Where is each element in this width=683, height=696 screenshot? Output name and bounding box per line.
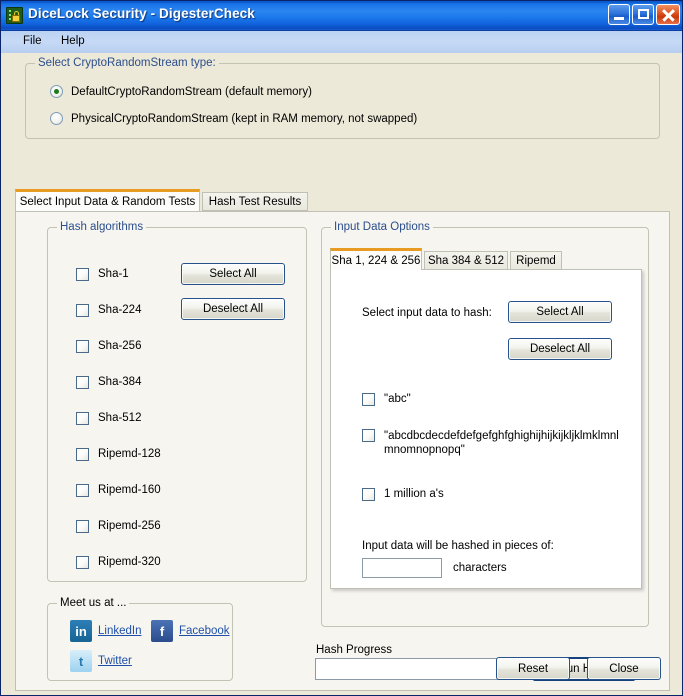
title-bar: DiceLock Security - DigesterCheck bbox=[1, 1, 682, 31]
menu-bar: File Help bbox=[1, 31, 682, 53]
checkbox-indicator-input-long-string[interactable] bbox=[362, 429, 375, 442]
hash-progress-label: Hash Progress bbox=[316, 644, 393, 656]
link-label-linkedin[interactable]: LinkedIn bbox=[98, 625, 141, 637]
checkbox-sha-256[interactable]: Sha-256 bbox=[76, 340, 141, 353]
meet-us-group: Meet us at ... in LinkedIn f Facebook t … bbox=[47, 597, 233, 681]
tab-sha-384-512[interactable]: Sha 384 & 512 bbox=[424, 251, 508, 270]
link-label-facebook[interactable]: Facebook bbox=[179, 625, 230, 637]
checkbox-label-input-long-string: "abcdbcdecdefdefgefghfghighijhijkijkljkl… bbox=[384, 429, 624, 473]
hash-algorithms-group: Hash algorithms Sha-1 Sha-224 Sha-256 Sh… bbox=[47, 221, 307, 582]
input-data-options-legend: Input Data Options bbox=[331, 221, 433, 233]
tab-hash-test-results[interactable]: Hash Test Results bbox=[202, 192, 308, 211]
main-tab-strip: Select Input Data & Random Tests Hash Te… bbox=[15, 189, 670, 211]
tab-ripemd[interactable]: Ripemd bbox=[510, 251, 562, 270]
input-data-tab-strip: Sha 1, 224 & 256 Sha 384 & 512 Ripemd bbox=[330, 248, 640, 270]
checkbox-indicator-sha-256[interactable] bbox=[76, 340, 89, 353]
checkbox-label-input-million-a: 1 million a's bbox=[384, 488, 444, 500]
link-facebook[interactable]: f Facebook bbox=[151, 620, 230, 642]
checkbox-ripemd-320[interactable]: Ripemd-320 bbox=[76, 556, 161, 569]
checkbox-indicator-sha-224[interactable] bbox=[76, 304, 89, 317]
input-data-deselect-all-button[interactable]: Deselect All bbox=[508, 338, 612, 360]
checkbox-sha-512[interactable]: Sha-512 bbox=[76, 412, 141, 425]
checkbox-label-sha-384: Sha-384 bbox=[98, 376, 142, 388]
checkbox-ripemd-160[interactable]: Ripemd-160 bbox=[76, 484, 161, 497]
checkbox-ripemd-128[interactable]: Ripemd-128 bbox=[76, 448, 161, 461]
menu-item-help[interactable]: Help bbox=[55, 34, 91, 48]
menu-item-file[interactable]: File bbox=[17, 34, 48, 48]
checkbox-label-sha-224: Sha-224 bbox=[98, 304, 142, 316]
minimize-button[interactable] bbox=[608, 4, 630, 25]
facebook-icon[interactable]: f bbox=[151, 620, 173, 642]
checkbox-label-input-abc: "abc" bbox=[384, 393, 411, 405]
checkbox-label-ripemd-256: Ripemd-256 bbox=[98, 520, 161, 532]
hash-algorithms-select-all-button[interactable]: Select All bbox=[181, 263, 285, 285]
checkbox-indicator-sha-1[interactable] bbox=[76, 268, 89, 281]
radio-label-physical: PhysicalCryptoRandomStream (kept in RAM … bbox=[71, 112, 418, 125]
twitter-icon[interactable]: t bbox=[70, 650, 92, 672]
checkbox-indicator-input-million-a[interactable] bbox=[362, 488, 375, 501]
input-data-tab-panel: Select input data to hash: Select All De… bbox=[330, 269, 642, 589]
checkbox-indicator-ripemd-256[interactable] bbox=[76, 520, 89, 533]
select-input-data-prompt: Select input data to hash: bbox=[362, 307, 492, 319]
reset-button[interactable]: Reset bbox=[496, 657, 570, 680]
pieces-label: Input data will be hashed in pieces of: bbox=[362, 540, 554, 552]
pieces-size-input[interactable] bbox=[362, 558, 442, 578]
maximize-button[interactable] bbox=[632, 4, 654, 25]
radio-indicator-physical[interactable] bbox=[50, 112, 63, 125]
checkbox-sha-384[interactable]: Sha-384 bbox=[76, 376, 141, 389]
tab-sha-1-224-256[interactable]: Sha 1, 224 & 256 bbox=[330, 248, 422, 270]
checkbox-label-ripemd-128: Ripemd-128 bbox=[98, 448, 161, 460]
meet-us-legend: Meet us at ... bbox=[57, 597, 130, 609]
window-title: DiceLock Security - DigesterCheck bbox=[28, 6, 255, 21]
pieces-unit-label: characters bbox=[453, 562, 507, 574]
checkbox-input-million-a[interactable]: 1 million a's bbox=[362, 488, 444, 501]
checkbox-sha-224[interactable]: Sha-224 bbox=[76, 304, 141, 317]
link-linkedin[interactable]: in LinkedIn bbox=[70, 620, 141, 642]
checkbox-label-ripemd-160: Ripemd-160 bbox=[98, 484, 161, 496]
checkbox-label-sha-1: Sha-1 bbox=[98, 268, 129, 280]
checkbox-input-long-string[interactable]: "abcdbcdecdefdefgefghfghighijhijkijkljkl… bbox=[362, 429, 624, 473]
checkbox-indicator-ripemd-320[interactable] bbox=[76, 556, 89, 569]
radio-default-crypto-random-stream[interactable]: DefaultCryptoRandomStream (default memor… bbox=[50, 85, 312, 98]
checkbox-label-sha-512: Sha-512 bbox=[98, 412, 142, 424]
close-button[interactable] bbox=[656, 4, 680, 25]
hash-algorithms-legend: Hash algorithms bbox=[57, 221, 147, 233]
link-label-twitter[interactable]: Twitter bbox=[98, 655, 132, 667]
checkbox-indicator-ripemd-128[interactable] bbox=[76, 448, 89, 461]
application-window: DiceLock Security - DigesterCheck File H… bbox=[0, 0, 683, 696]
hash-algorithms-deselect-all-button[interactable]: Deselect All bbox=[181, 298, 285, 320]
close-form-button[interactable]: Close bbox=[587, 657, 661, 680]
radio-indicator-default[interactable] bbox=[50, 85, 63, 98]
input-data-options-group: Input Data Options Sha 1, 224 & 256 Sha … bbox=[321, 221, 649, 627]
hash-progress-bar bbox=[315, 658, 513, 680]
crypto-random-stream-group: Select CryptoRandomStream type: DefaultC… bbox=[25, 57, 660, 139]
form-content: Select CryptoRandomStream type: DefaultC… bbox=[1, 53, 682, 695]
checkbox-label-sha-256: Sha-256 bbox=[98, 340, 142, 352]
link-twitter[interactable]: t Twitter bbox=[70, 650, 132, 672]
input-data-select-all-button[interactable]: Select All bbox=[508, 301, 612, 323]
checkbox-label-ripemd-320: Ripemd-320 bbox=[98, 556, 161, 568]
window-controls bbox=[608, 4, 680, 25]
checkbox-ripemd-256[interactable]: Ripemd-256 bbox=[76, 520, 161, 533]
radio-label-default: DefaultCryptoRandomStream (default memor… bbox=[71, 85, 312, 98]
checkbox-sha-1[interactable]: Sha-1 bbox=[76, 268, 129, 281]
linkedin-icon[interactable]: in bbox=[70, 620, 92, 642]
padlock-icon bbox=[6, 7, 23, 24]
checkbox-input-abc[interactable]: "abc" bbox=[362, 393, 411, 406]
tab-select-input-data[interactable]: Select Input Data & Random Tests bbox=[15, 189, 200, 211]
checkbox-indicator-sha-512[interactable] bbox=[76, 412, 89, 425]
main-tab-panel: Hash algorithms Sha-1 Sha-224 Sha-256 Sh… bbox=[15, 211, 670, 691]
crypto-group-legend: Select CryptoRandomStream type: bbox=[35, 57, 219, 69]
checkbox-indicator-ripemd-160[interactable] bbox=[76, 484, 89, 497]
radio-physical-crypto-random-stream[interactable]: PhysicalCryptoRandomStream (kept in RAM … bbox=[50, 112, 417, 125]
checkbox-indicator-input-abc[interactable] bbox=[362, 393, 375, 406]
checkbox-indicator-sha-384[interactable] bbox=[76, 376, 89, 389]
